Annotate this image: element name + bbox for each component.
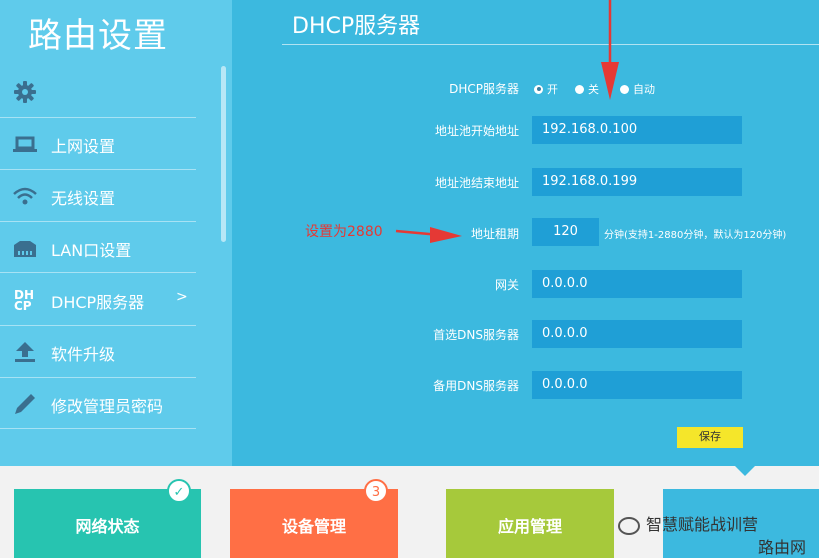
annotation-text: 设置为2880 <box>305 224 383 240</box>
tile-label: 应用管理 <box>497 517 562 536</box>
pool-start-input[interactable] <box>532 116 742 144</box>
secondary-dns-input[interactable] <box>532 371 742 399</box>
sidebar-item-label: 修改管理员密码 <box>51 397 164 416</box>
dhcp-icon: DH CP <box>14 289 40 316</box>
tile-network-status[interactable]: 网络状态 ✓ <box>14 479 201 558</box>
upload-icon <box>15 342 35 362</box>
radio-on[interactable]: 开 <box>534 81 558 97</box>
watermark-site: 路由网 <box>758 538 807 557</box>
watermark-text: 智慧赋能战训营 <box>646 515 759 534</box>
radio-off[interactable]: 关 <box>575 81 599 97</box>
sidebar-item-upgrade[interactable]: 软件升级 <box>0 326 196 377</box>
gear-icon <box>14 81 36 103</box>
sidebar-item-label: LAN口设置 <box>51 241 132 260</box>
panel-pointer <box>735 466 755 476</box>
page-title: DHCP服务器 <box>292 14 421 39</box>
sidebar-item-password[interactable]: 修改管理员密码 <box>0 378 196 429</box>
sidebar-item-label: DHCP服务器 <box>51 293 145 312</box>
pool-end-label: 地址池结束地址 <box>434 176 519 190</box>
tile-label: 设备管理 <box>281 517 346 536</box>
pool-end-input[interactable] <box>532 168 742 196</box>
save-button[interactable]: 保存 <box>677 427 743 448</box>
tile-label: 网络状态 <box>75 517 140 536</box>
lease-time-input[interactable] <box>532 218 599 246</box>
chevron-right-icon: > <box>176 289 188 305</box>
radio-auto-label: 自动 <box>633 83 655 96</box>
sidebar-item-label: 上网设置 <box>51 137 116 156</box>
sidebar-item-settings[interactable] <box>0 66 196 117</box>
laptop-icon <box>13 136 37 152</box>
gateway-label: 网关 <box>494 278 519 292</box>
radio-on-label: 开 <box>547 83 558 96</box>
sidebar-item-lan[interactable]: LAN口设置 <box>0 222 196 273</box>
sidebar-scrollbar[interactable] <box>221 66 226 242</box>
lease-time-label: 地址租期 <box>470 227 519 241</box>
wifi-icon <box>13 187 37 205</box>
secondary-dns-label: 备用DNS服务器 <box>433 379 519 393</box>
radio-icon <box>620 84 629 94</box>
sidebar-item-dhcp[interactable]: DH CP DHCP服务器 > <box>0 274 196 325</box>
tile-device-management[interactable]: 设备管理 3 <box>230 479 398 558</box>
wechat-icon <box>618 516 640 535</box>
gateway-input[interactable] <box>532 270 742 298</box>
pencil-icon <box>15 394 35 414</box>
pool-start-label: 地址池开始地址 <box>434 124 519 138</box>
divider <box>282 44 819 45</box>
sidebar-item-label: 软件升级 <box>51 345 116 364</box>
radio-checked-icon <box>534 84 543 94</box>
dhcp-server-label: DHCP服务器 <box>449 82 519 96</box>
lease-time-hint: 分钟(支持1-2880分钟，默认为120分钟) <box>604 230 787 241</box>
radio-auto[interactable]: 自动 <box>620 81 655 97</box>
check-icon: ✓ <box>167 479 191 503</box>
watermark: 智慧赋能战训营 <box>618 511 758 535</box>
primary-dns-label: 首选DNS服务器 <box>433 328 519 342</box>
sidebar-item-wireless[interactable]: 无线设置 <box>0 170 196 221</box>
count-badge: 3 <box>364 479 388 503</box>
dhcp-icon-text: CP <box>14 299 32 313</box>
app-title: 路由设置 <box>28 16 168 56</box>
radio-icon <box>575 84 584 94</box>
radio-off-label: 关 <box>588 83 599 96</box>
sidebar-item-internet[interactable]: 上网设置 <box>0 118 196 169</box>
primary-dns-input[interactable] <box>532 320 742 348</box>
sidebar-item-label: 无线设置 <box>51 189 116 208</box>
tile-app-management[interactable]: 应用管理 <box>446 489 614 558</box>
lan-icon <box>14 241 36 257</box>
sidebar: 路由设置 上网设置 无线设置 LAN口设置 DH CP DHCP服务器 > 软件… <box>0 0 232 466</box>
